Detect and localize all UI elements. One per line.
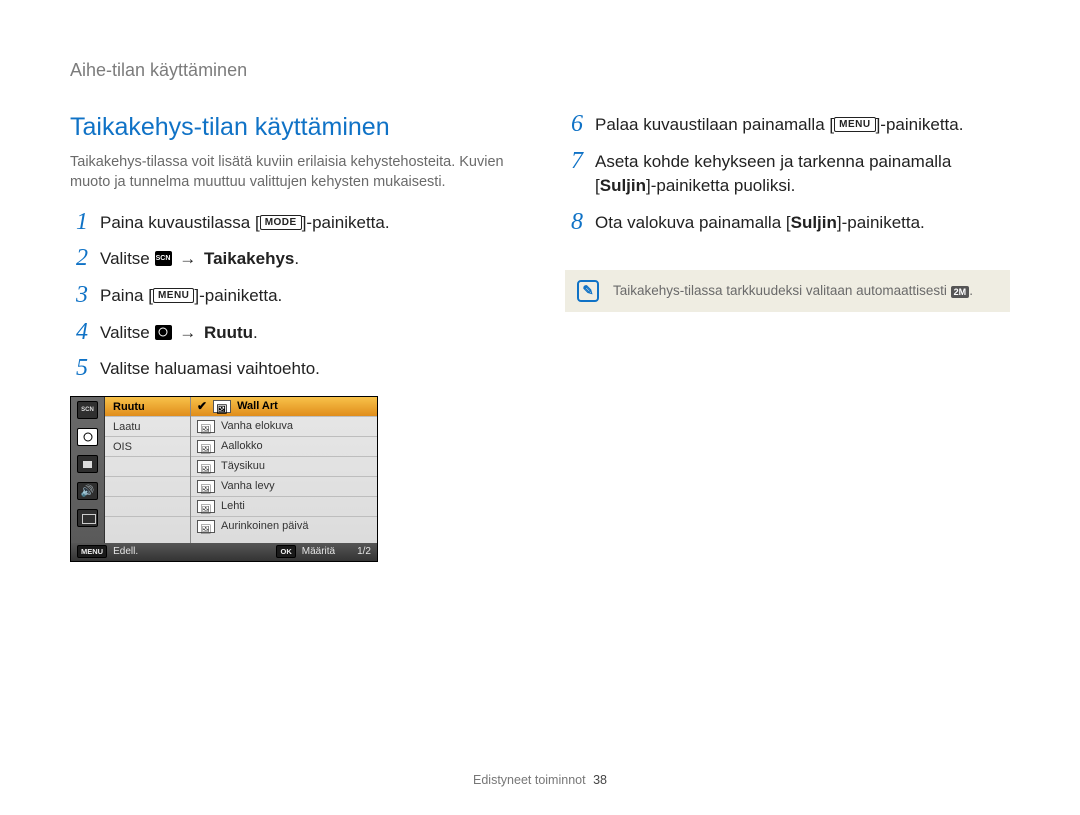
step-text: ]-painiketta.: [876, 115, 964, 134]
step-number: 1: [70, 209, 88, 235]
option-label: Aurinkoinen päivä: [221, 517, 308, 536]
menu-mid-row: OIS: [105, 437, 190, 457]
tab-scn-icon: [77, 401, 98, 419]
breadcrumb: Aihe-tilan käyttäminen: [70, 60, 1010, 81]
step-text: Paina kuvaustilassa [: [100, 213, 260, 232]
thumb-icon: [197, 420, 215, 433]
step-text: Valitse: [100, 323, 155, 342]
note-box: ✎ Taikakehys-tilassa tarkkuudeksi valita…: [565, 270, 1010, 312]
tab-video-icon: [77, 455, 98, 473]
step-text: Valitse: [100, 249, 155, 268]
thumb-icon: [197, 460, 215, 473]
menu-icon: MENU: [834, 117, 875, 132]
step-1: 1 Paina kuvaustilassa [MODE]-painiketta.: [70, 211, 515, 236]
step-text: .: [253, 323, 258, 342]
thumb-icon: [197, 500, 215, 513]
menu-mid-row: [105, 497, 190, 517]
step-text: ]-painiketta puoliksi.: [646, 176, 795, 195]
step-5: 5 Valitse haluamasi vaihtoehto.: [70, 357, 515, 382]
note-text: Taikakehys-tilassa tarkkuudeksi valitaan…: [613, 283, 973, 298]
arrow-icon: →: [172, 249, 204, 268]
step-number: 5: [70, 355, 88, 381]
menu-set-label: Määritä: [302, 546, 335, 557]
menu-option: Aallokko: [191, 437, 377, 457]
step-7: 7 Aseta kohde kehykseen ja tarkenna pain…: [565, 150, 1010, 199]
menu-screenshot: Ruutu Laatu OIS ✔ Wall Art Vanha elokuva …: [70, 396, 378, 562]
thumb-icon: [213, 400, 231, 413]
menu-mid-row: [105, 477, 190, 497]
menu-footer: MENU Edell. OK Määritä 1/2: [71, 543, 377, 561]
step-text: Paina [: [100, 286, 153, 305]
menu-option: Aurinkoinen päivä: [191, 517, 377, 537]
menu-back-label: Edell.: [113, 546, 138, 557]
menu-option: Lehti: [191, 497, 377, 517]
ok-key-icon: OK: [276, 545, 295, 558]
step-number: 7: [565, 148, 583, 174]
check-icon: ✔: [197, 397, 207, 416]
footer-section: Edistyneet toiminnot: [473, 773, 586, 787]
menu-option: Vanha levy: [191, 477, 377, 497]
step-text: ]-painiketta.: [194, 286, 282, 305]
option-label: Täysikuu: [221, 457, 265, 476]
tab-sound-icon: [77, 482, 98, 500]
step-4: 4 Valitse → Ruutu.: [70, 321, 515, 346]
page-number: 38: [593, 773, 607, 787]
tab-camera-icon: [77, 428, 98, 446]
menu-option: ✔ Wall Art: [191, 397, 377, 417]
step-bold: Suljin: [600, 176, 646, 195]
size-badge-icon: 2M: [951, 286, 970, 298]
arrow-icon: →: [172, 323, 204, 342]
menu-page-indicator: 1/2: [357, 546, 371, 557]
step-text: Palaa kuvaustilaan painamalla [: [595, 115, 834, 134]
step-bold: Ruutu: [204, 323, 253, 342]
note-text-pre: Taikakehys-tilassa tarkkuudeksi valitaan…: [613, 283, 951, 298]
step-bold: Taikakehys: [204, 249, 294, 268]
menu-icon: MENU: [153, 288, 194, 303]
step-8: 8 Ota valokuva painamalla [Suljin]-paini…: [565, 211, 1010, 236]
menu-options-list: ✔ Wall Art Vanha elokuva Aallokko Täysiku…: [191, 397, 377, 543]
thumb-icon: [197, 520, 215, 533]
option-label: Lehti: [221, 497, 245, 516]
step-number: 3: [70, 282, 88, 308]
option-label: Vanha elokuva: [221, 417, 293, 436]
thumb-icon: [197, 440, 215, 453]
step-3: 3 Paina [MENU]-painiketta.: [70, 284, 515, 309]
step-text: ]-painiketta.: [302, 213, 390, 232]
thumb-icon: [197, 480, 215, 493]
option-label: Wall Art: [237, 397, 278, 416]
step-text: ]-painiketta.: [837, 213, 925, 232]
menu-mid-row: Ruutu: [105, 397, 190, 417]
step-text: Valitse haluamasi vaihtoehto.: [100, 357, 515, 382]
tab-display-icon: [77, 509, 98, 527]
left-column: Taikakehys-tilan käyttäminen Taikakehys-…: [70, 113, 515, 562]
step-number: 8: [565, 209, 583, 235]
menu-key-icon: MENU: [77, 545, 107, 558]
menu-mid-row: [105, 457, 190, 477]
option-label: Aallokko: [221, 437, 263, 456]
menu-option: Vanha elokuva: [191, 417, 377, 437]
step-2: 2 Valitse → Taikakehys.: [70, 247, 515, 272]
menu-mid-row: [105, 517, 190, 537]
option-label: Vanha levy: [221, 477, 275, 496]
menu-middle-list: Ruutu Laatu OIS: [105, 397, 191, 543]
page-footer: Edistyneet toiminnot 38: [0, 773, 1080, 787]
menu-mid-row: Laatu: [105, 417, 190, 437]
right-column: 6 Palaa kuvaustilaan painamalla [MENU]-p…: [565, 113, 1010, 562]
camera-icon: [155, 325, 172, 340]
mode-icon: MODE: [260, 215, 302, 230]
step-text: .: [294, 249, 299, 268]
section-title: Taikakehys-tilan käyttäminen: [70, 113, 515, 142]
step-number: 2: [70, 245, 88, 271]
menu-tab-icons: [71, 397, 105, 543]
section-intro: Taikakehys-tilassa voit lisätä kuviin er…: [70, 152, 515, 193]
step-6: 6 Palaa kuvaustilaan painamalla [MENU]-p…: [565, 113, 1010, 138]
scn-icon: [155, 251, 172, 266]
note-text-post: .: [969, 283, 973, 298]
step-text: Ota valokuva painamalla [: [595, 213, 791, 232]
step-number: 4: [70, 319, 88, 345]
menu-option: Täysikuu: [191, 457, 377, 477]
step-number: 6: [565, 111, 583, 137]
step-bold: Suljin: [791, 213, 837, 232]
info-icon: ✎: [577, 280, 599, 302]
